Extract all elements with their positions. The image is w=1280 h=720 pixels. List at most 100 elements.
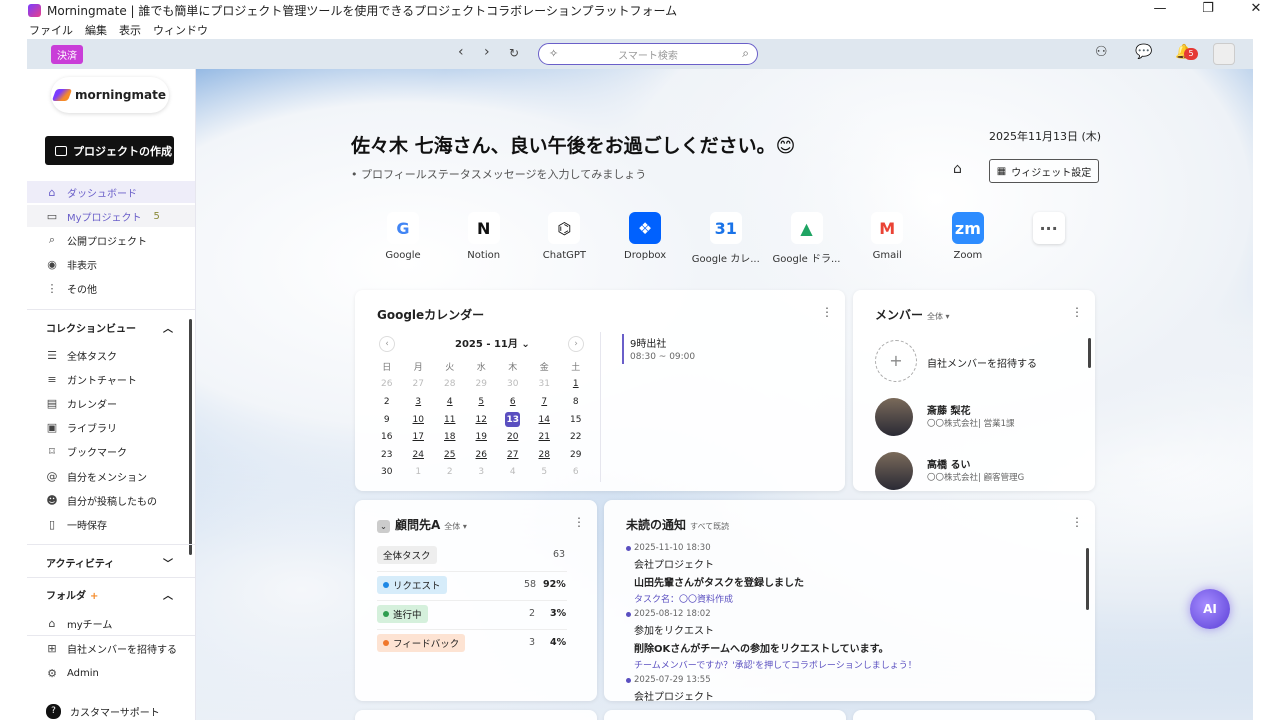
calendar-day[interactable]: 9 [371, 411, 403, 429]
calendar-day[interactable]: 12 [466, 411, 498, 429]
calendar-day[interactable]: 14 [529, 411, 561, 429]
calendar-day[interactable]: 15 [560, 411, 592, 429]
widget-menu-icon[interactable]: ⋮ [821, 305, 833, 319]
calendar-day[interactable]: 18 [434, 428, 466, 446]
notification-item[interactable]: 2025-07-29 13:55 会社プロジェクト [626, 675, 1066, 701]
payment-badge[interactable]: 決済 [51, 45, 83, 64]
sidebar-scrollbar[interactable] [189, 319, 192, 555]
calendar-day[interactable]: 19 [466, 428, 498, 446]
sidebar-item-my-projects[interactable]: ▭ Myプロジェクト 5 [27, 205, 195, 227]
shortcut-google[interactable]: ▲ Google ドラ... [767, 212, 847, 265]
mark-all-read-link[interactable]: すべて既読 [690, 522, 729, 531]
home-settings-icon[interactable]: ⌂ [953, 161, 962, 177]
calendar-day[interactable]: 2 [371, 393, 403, 411]
sidebar-item-dashboard[interactable]: ⌂ ダッシュボード [27, 181, 195, 203]
calendar-day[interactable]: 5 [529, 464, 561, 482]
maximize-icon[interactable]: ❐ [1184, 0, 1232, 20]
menu-view[interactable]: 表示 [119, 22, 141, 38]
sidebar-item-drafts[interactable]: ▯ 一時保存 [27, 513, 195, 535]
widget-menu-icon[interactable]: ⋮ [1071, 515, 1083, 529]
calendar-day[interactable]: 6 [497, 393, 529, 411]
calendar-day[interactable]: 17 [403, 428, 435, 446]
next-month-icon[interactable]: › [568, 336, 584, 352]
status-row-feedback[interactable]: フィードバック 3 4% [377, 634, 567, 652]
sidebar-item-more[interactable]: ⋮ その他 [27, 277, 195, 299]
sidebar-item-public-projects[interactable]: ⌕ 公開プロジェクト [27, 229, 195, 251]
create-project-button[interactable]: プロジェクトの作成 [45, 136, 174, 165]
sidebar-item-calendar[interactable]: ▤ カレンダー [27, 392, 195, 414]
notification-item[interactable]: 2025-08-12 18:02 参加をリクエスト 削除OKさんがチームへの参加… [626, 609, 1066, 671]
client-filter[interactable]: 全体 ▾ [444, 522, 467, 531]
calendar-day[interactable]: 30 [371, 464, 403, 482]
total-tasks-row[interactable]: 全体タスク 63 [377, 546, 567, 564]
sidebar-item-hidden[interactable]: ◉ 非表示 [27, 253, 195, 275]
calendar-day[interactable]: 7 [529, 393, 561, 411]
status-row-in-progress[interactable]: 進行中 2 3% [377, 605, 567, 623]
calendar-day[interactable]: 27 [497, 446, 529, 464]
calendar-day[interactable]: 3 [403, 393, 435, 411]
status-row-request[interactable]: リクエスト 58 92% [377, 576, 567, 594]
add-folder-icon[interactable]: + [90, 591, 98, 602]
forward-icon[interactable]: › [484, 44, 490, 60]
calendar-day[interactable]: 4 [497, 464, 529, 482]
calendar-day[interactable]: 5 [466, 393, 498, 411]
calendar-day[interactable]: 8 [560, 393, 592, 411]
chat-icon[interactable]: 💬 [1135, 44, 1152, 60]
calendar-day[interactable]: 26 [371, 376, 403, 394]
calendar-day[interactable]: 10 [403, 411, 435, 429]
calendar-day[interactable]: 6 [560, 464, 592, 482]
sidebar-item-gantt[interactable]: ≡ ガントチャート [27, 368, 195, 390]
user-avatar[interactable] [1213, 43, 1235, 65]
notification-item[interactable]: 2025-11-10 18:30 会社プロジェクト 山田先輩さんがタスクを登録し… [626, 543, 1066, 605]
sidebar-item-admin[interactable]: ⚙ Admin [27, 662, 195, 684]
menu-file[interactable]: ファイル [29, 22, 73, 38]
sidebar-item-invite[interactable]: ⊞ 自社メンバーを招待する [27, 637, 195, 659]
customer-support-link[interactable]: ? カスタマーサポート [27, 700, 195, 720]
member-row[interactable]: 斎藤 梨花 〇〇株式会社| 営業1課 [875, 398, 1075, 438]
calendar-day[interactable]: 23 [371, 446, 403, 464]
calendar-day[interactable]: 29 [466, 376, 498, 394]
invite-member-icon[interactable]: + [875, 340, 917, 382]
shortcut-zoom[interactable]: zm Zoom [928, 212, 1008, 261]
calendar-day[interactable]: 28 [434, 376, 466, 394]
shortcut-google[interactable]: G Google [363, 212, 443, 261]
widget-menu-icon[interactable]: ⋮ [573, 515, 585, 529]
sidebar-item-bookmark[interactable]: ⌑ ブックマーク [27, 440, 195, 462]
notifications-scrollbar[interactable] [1086, 548, 1089, 610]
member-row[interactable]: 高橋 るい 〇〇株式会社| 顧客管理G [875, 452, 1075, 491]
menu-edit[interactable]: 編集 [85, 22, 107, 38]
shortcut-more[interactable]: ··· [1009, 212, 1089, 250]
search-icon[interactable]: ⌕ [742, 46, 749, 61]
smart-search-input[interactable]: ✧ スマート検索 ⌕ [538, 43, 758, 65]
calendar-day[interactable]: 16 [371, 428, 403, 446]
minimize-icon[interactable]: — [1136, 0, 1184, 20]
calendar-day[interactable]: 31 [529, 376, 561, 394]
calendar-day[interactable]: 29 [560, 446, 592, 464]
calendar-day[interactable]: 3 [466, 464, 498, 482]
shortcut-chatgpt[interactable]: ⌬ ChatGPT [524, 212, 604, 261]
sidebar-item-mentions[interactable]: @ 自分をメンション [27, 465, 195, 487]
calendar-day[interactable]: 11 [434, 411, 466, 429]
org-chart-icon[interactable]: ⚇ [1095, 44, 1108, 60]
calendar-day[interactable]: 28 [529, 446, 561, 464]
calendar-day[interactable]: 24 [403, 446, 435, 464]
calendar-day[interactable]: 4 [434, 393, 466, 411]
shortcut-google[interactable]: 31 Google カレ... [686, 212, 766, 265]
calendar-day[interactable]: 26 [466, 446, 498, 464]
calendar-day[interactable]: 30 [497, 376, 529, 394]
calendar-day[interactable]: 13 [497, 411, 529, 429]
sidebar-item-library[interactable]: ▣ ライブラリ [27, 416, 195, 438]
menu-window[interactable]: ウィンドウ [153, 22, 208, 38]
widget-menu-icon[interactable]: ⋮ [1071, 305, 1083, 319]
calendar-day[interactable]: 27 [403, 376, 435, 394]
sidebar-item-my-posts[interactable]: ☻ 自分が投稿したもの [27, 489, 195, 511]
morningmate-logo[interactable]: morningmate [51, 77, 169, 113]
members-filter[interactable]: 全体 ▾ [927, 312, 950, 321]
shortcut-dropbox[interactable]: ❖ Dropbox [605, 212, 685, 261]
calendar-day[interactable]: 25 [434, 446, 466, 464]
close-icon[interactable]: ✕ [1232, 0, 1280, 20]
widget-settings-button[interactable]: ▦ ウィジェット設定 [989, 159, 1099, 183]
calendar-day[interactable]: 22 [560, 428, 592, 446]
calendar-day[interactable]: 2 [434, 464, 466, 482]
sidebar-item-all-tasks[interactable]: ☰ 全体タスク [27, 344, 195, 366]
